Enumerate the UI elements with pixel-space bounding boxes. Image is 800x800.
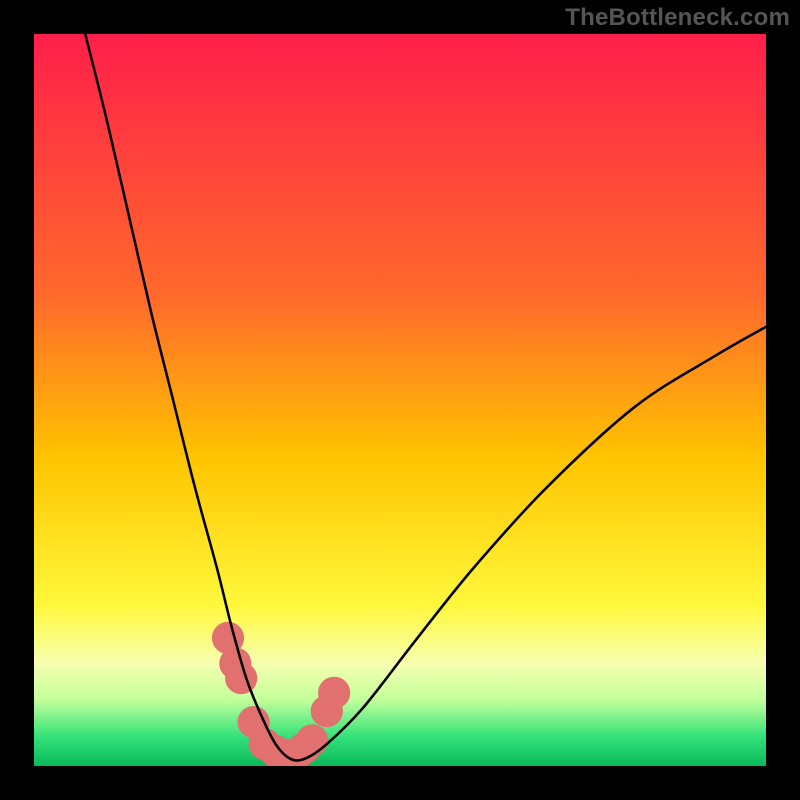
chart-frame: TheBottleneck.com <box>0 0 800 800</box>
bottleneck-curve <box>85 34 766 760</box>
watermark-label: TheBottleneck.com <box>565 4 790 32</box>
highlight-markers <box>212 622 350 766</box>
marker-dot <box>318 677 350 709</box>
curve-layer <box>34 34 766 766</box>
marker-dot <box>296 724 328 756</box>
plot-area <box>34 34 766 766</box>
marker-dot <box>225 662 257 694</box>
